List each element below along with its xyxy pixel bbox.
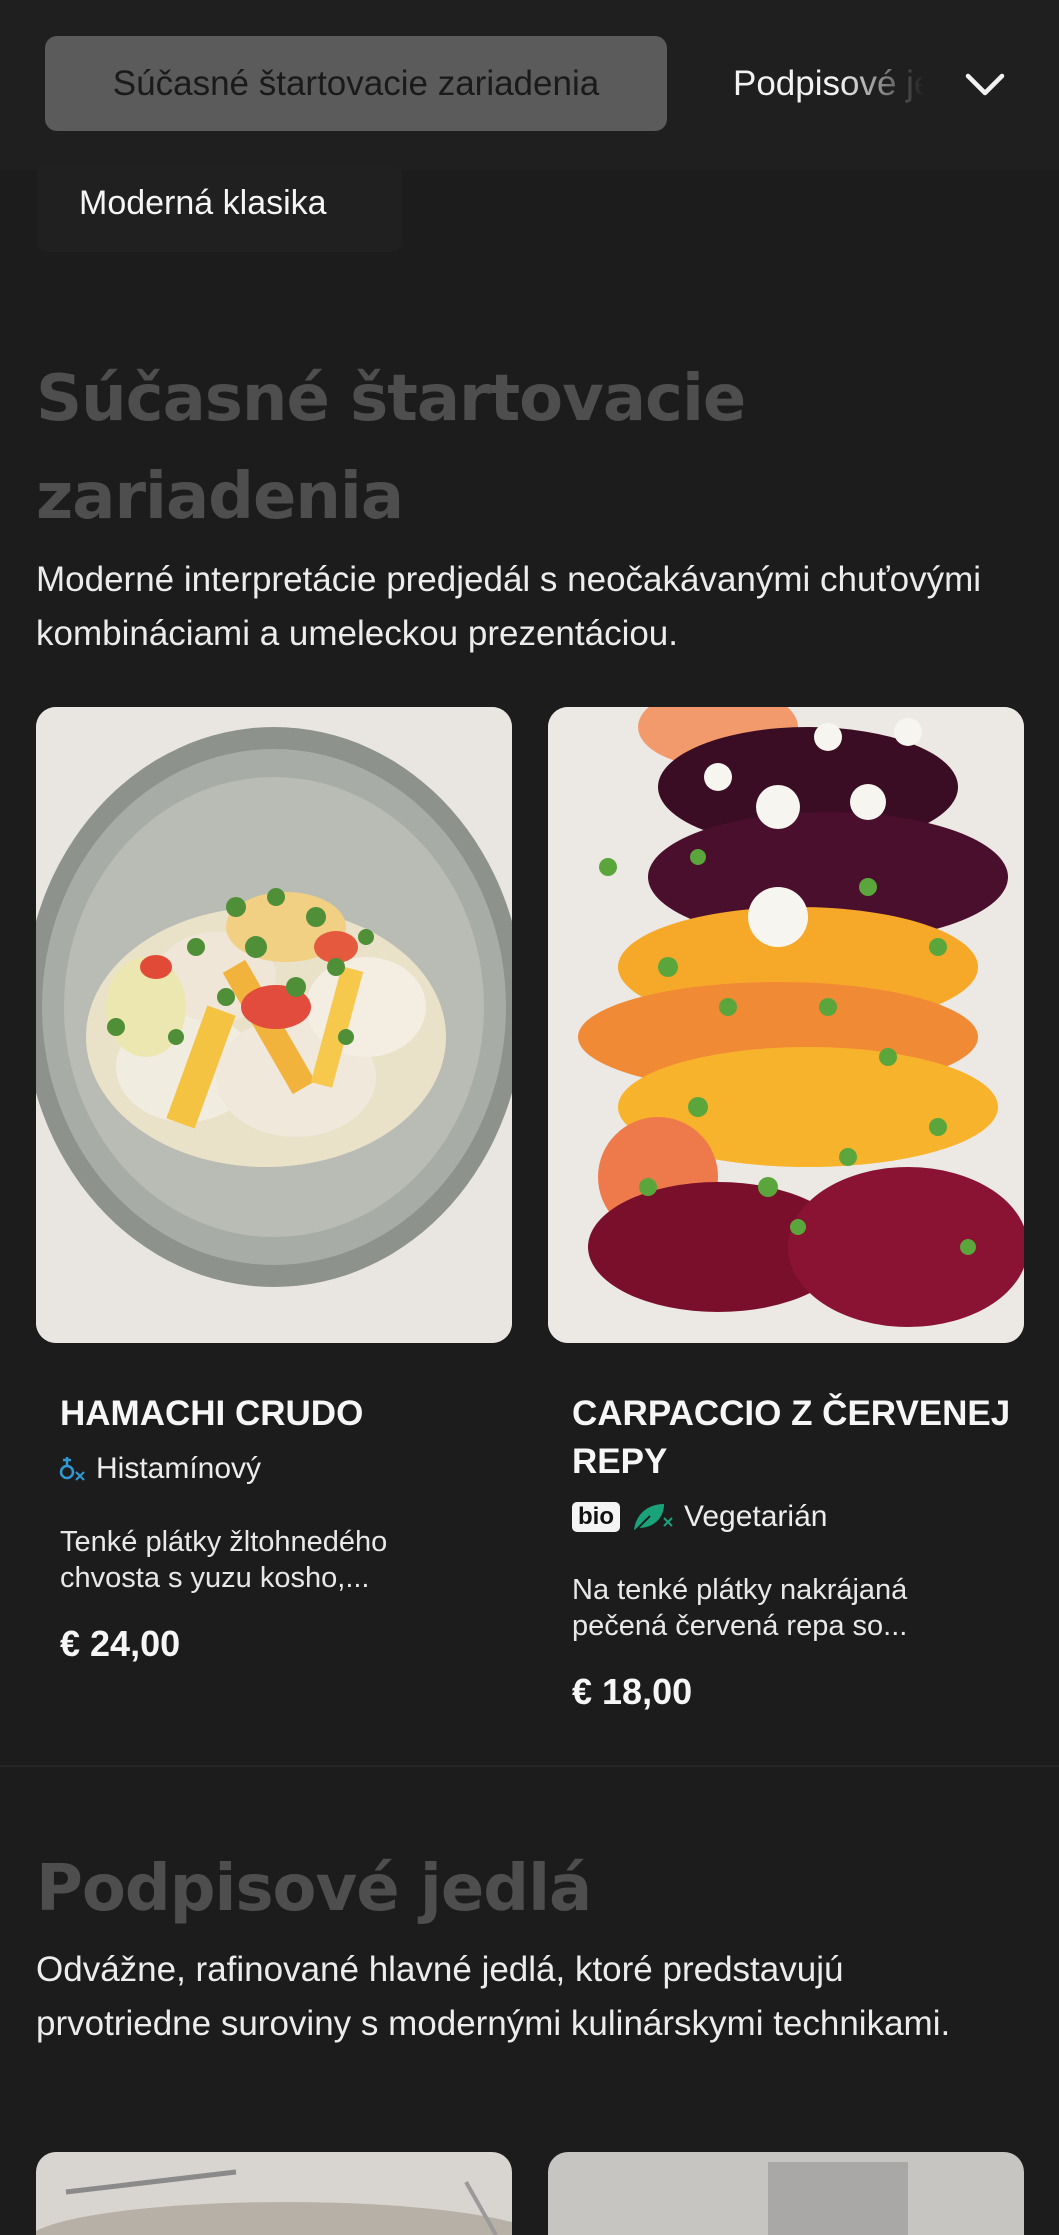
dietary-tags: Histamínový [58,1452,261,1486]
chevron-down-icon[interactable] [960,60,1010,110]
histamine-icon [59,1457,85,1481]
tag-label: Histamínový [96,1452,262,1485]
bio-badge: bio [572,1502,620,1532]
dish-image-beet-carpaccio[interactable] [548,707,1024,1343]
section-description: Moderné interpretácie predjedál s neočak… [36,560,981,653]
dish-image[interactable] [548,2152,1024,2235]
category-nav: Súčasné štartovacie zariadenia Podpisové… [0,0,1059,170]
section-divider [0,1765,1059,1767]
vegetarian-leaf-icon [633,1504,673,1533]
dish-name[interactable]: CARPACCIO Z ČERVENEJ REPY [572,1390,1012,1486]
tag-label: Vegetarián [684,1500,828,1533]
dish-image[interactable] [36,2152,512,2235]
subtab-modern-classics[interactable]: Moderná klasika [37,164,402,252]
dish-price: € 24,00 [60,1623,181,1664]
dish-price: € 18,00 [572,1671,693,1712]
dish-name[interactable]: HAMACHI CRUDO [60,1390,500,1438]
tab-contemporary-starters[interactable]: Súčasné štartovacie zariadenia [45,36,667,131]
section-description: Odvážne, rafinované hlavné jedlá, ktoré … [36,1950,951,2043]
tab-fade-overlay [840,36,960,131]
dish-description: Na tenké plátky nakrájaná pečená červená… [572,1574,908,1642]
dietary-tags: bio Vegetarián [572,1500,827,1534]
section-title: Súčasné štartovacie zariadenia [36,362,746,534]
section-title: Podpisové jedlá [36,1852,592,1926]
dish-description: Tenké plátky žltohnedého chvosta s yuzu … [60,1526,388,1594]
dish-image-hamachi[interactable] [36,707,512,1343]
